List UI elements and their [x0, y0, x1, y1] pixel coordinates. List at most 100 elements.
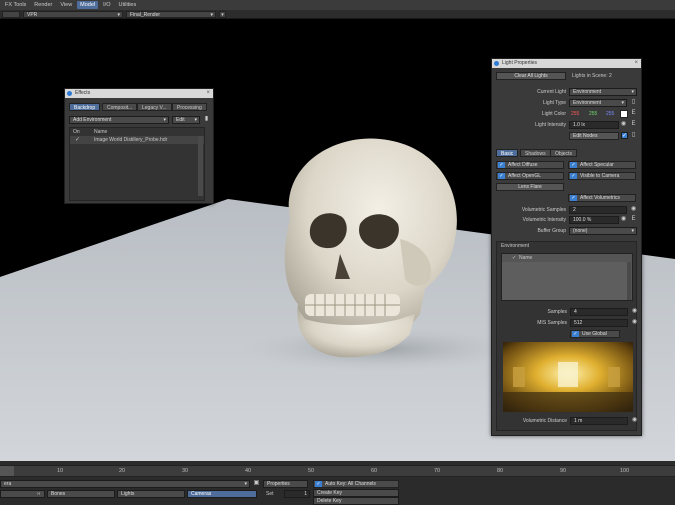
menu-utilities[interactable]: Utilities [116, 1, 140, 9]
tab-backdrop[interactable]: Backdrop [69, 103, 101, 111]
properties-button[interactable]: Properties [263, 480, 308, 488]
clear-all-lights-button[interactable]: Clear All Lights [496, 72, 566, 80]
tab-objects[interactable]: Objects [550, 149, 577, 157]
bones-toggle[interactable]: Bones [47, 490, 115, 498]
hdr-preview-image [503, 342, 633, 412]
document-icon[interactable]: ▯ [630, 132, 637, 139]
cameras-toggle[interactable]: Cameras [187, 490, 257, 498]
affect-volumetrics-checkbox[interactable]: ✓ Affect Volumetrics [568, 194, 636, 202]
chevron-icon: ›‹ [37, 491, 41, 497]
tab-legacy[interactable]: Legacy V... [137, 103, 172, 111]
edit-dropdown[interactable]: Edit ▾ [172, 116, 200, 124]
tab-shadows[interactable]: Shadows [520, 149, 551, 157]
create-key-button[interactable]: Create Key [313, 489, 399, 497]
view-selector[interactable] [2, 10, 20, 18]
color-green-value[interactable]: 255 [589, 111, 597, 117]
visible-to-camera-checkbox[interactable]: ✓ Visible to Camera [568, 172, 636, 180]
volumetric-distance-field[interactable]: 1 m [570, 417, 628, 425]
close-icon[interactable]: × [206, 89, 210, 98]
app-icon [67, 91, 72, 96]
set-frame-field[interactable]: 1 [284, 490, 310, 498]
affect-specular-checkbox[interactable]: ✓ Affect Specular [568, 161, 636, 169]
environment-name: Image World Distillery_Probe.hdr [94, 137, 168, 143]
effects-title-bar[interactable]: Effects × [65, 89, 213, 98]
chevron-down-icon: ▾ [163, 117, 166, 123]
color-red-value[interactable]: 255 [571, 111, 579, 117]
light-type-dropdown[interactable]: Environment ▾ [569, 99, 627, 107]
mis-samples-field[interactable]: 512 [570, 319, 628, 327]
add-environment-dropdown[interactable]: Add Environment ▾ [69, 116, 169, 124]
volumetric-intensity-field[interactable]: 100.0 % [569, 216, 619, 224]
tab-compositing[interactable]: Composit... [102, 103, 138, 111]
enable-checkbox[interactable]: ✓ [621, 132, 628, 139]
eye-icon[interactable]: ◉ [620, 121, 627, 128]
delete-key-button[interactable]: Delete Key [313, 497, 399, 505]
auto-key-label: Auto Key: All Channels [325, 481, 376, 487]
affect-opengl-checkbox[interactable]: ✓ Affect OpenGL [496, 172, 564, 180]
eye-icon[interactable]: ◉ [630, 206, 637, 213]
menu-render[interactable]: Render [31, 1, 55, 9]
light-properties-panel: Light Properties × Clear All Lights Ligh… [491, 58, 642, 436]
samples-label: Samples [547, 309, 567, 315]
affect-volumetrics-label: Affect Volumetrics [580, 195, 620, 201]
scrollbar[interactable] [198, 136, 203, 196]
light-type-label: Light Type [543, 100, 566, 106]
light-intensity-label: Light Intensity [535, 122, 566, 128]
check-icon[interactable]: ✓ [75, 136, 80, 143]
samples-field[interactable]: 4 [570, 308, 628, 316]
tab-basic[interactable]: Basic [496, 149, 519, 157]
trash-icon[interactable]: ▮ [203, 116, 210, 123]
menu-view[interactable]: View [57, 1, 75, 9]
volumetric-distance-label: Volumetric Distance [522, 418, 567, 424]
timeline-playhead[interactable] [0, 466, 14, 476]
buffer-group-dropdown[interactable]: (none) ▾ [569, 227, 637, 235]
eye-icon[interactable]: ◉ [620, 216, 627, 223]
chevron-down-icon[interactable]: ▾ [219, 10, 226, 18]
volumetric-samples-field[interactable]: 2 [569, 206, 627, 214]
timeline-ruler[interactable]: 10 20 30 40 50 60 70 80 90 100 [0, 465, 675, 477]
gear-icon[interactable]: ▣ [253, 480, 260, 487]
color-swatch[interactable] [620, 110, 628, 118]
menu-io[interactable]: I/O [100, 1, 113, 9]
add-environment-label: Add Environment [73, 117, 112, 123]
light-properties-title-bar[interactable]: Light Properties × [492, 59, 641, 68]
current-item-dropdown[interactable]: era ▾ [0, 480, 250, 488]
visible-to-camera-label: Visible to Camera [580, 173, 620, 179]
chevron-down-icon: ▾ [631, 228, 634, 234]
document-icon[interactable]: ▯ [630, 99, 637, 106]
auto-key-checkbox[interactable]: ✓ Auto Key: All Channels [313, 480, 399, 488]
eye-icon[interactable]: ◉ [631, 319, 638, 326]
affect-opengl-label: Affect OpenGL [508, 173, 541, 179]
eye-icon[interactable]: ◉ [631, 308, 638, 315]
skull-model [284, 138, 457, 358]
edit-label: Edit [176, 117, 185, 123]
eye-icon[interactable]: ◉ [631, 417, 638, 424]
edit-nodes-button[interactable]: Edit Nodes [569, 132, 619, 140]
envelope-e-icon[interactable]: E [630, 121, 637, 128]
current-light-dropdown[interactable]: Environment ▾ [569, 88, 637, 96]
viewport-mode-dropdown[interactable]: VPR ▾ [23, 10, 123, 18]
lens-flare-button[interactable]: Lens Flare [496, 183, 564, 191]
affect-diffuse-checkbox[interactable]: ✓ Affect Diffuse [496, 161, 564, 169]
list-item[interactable] [502, 262, 628, 300]
lights-toggle[interactable]: Lights [117, 490, 185, 498]
list-item[interactable]: ✓ Image World Distillery_Probe.hdr [70, 136, 204, 144]
check-icon: ✓ [570, 162, 577, 168]
light-intensity-field[interactable]: 1.0 lx [569, 121, 619, 129]
render-mode-dropdown[interactable]: Final_Render ▾ [126, 10, 216, 18]
use-global-checkbox[interactable]: ✓ Use Global [570, 330, 620, 338]
envelope-e-icon[interactable]: E [630, 110, 637, 117]
color-blue-value[interactable]: 255 [606, 111, 614, 117]
tick-label: 70 [434, 468, 441, 474]
volumetric-samples-label: Volumetric Samples [521, 207, 566, 213]
close-icon[interactable]: × [634, 59, 638, 68]
menu-fx-tools[interactable]: FX Tools [2, 1, 29, 9]
tick-label: 10 [57, 468, 64, 474]
scrollbar[interactable] [627, 262, 631, 300]
objects-toggle[interactable]: ›‹ [0, 490, 45, 498]
use-global-label: Use Global [582, 331, 607, 337]
envelope-e-icon[interactable]: E [630, 216, 637, 223]
environment-list: On Name ✓ Image World Distillery_Probe.h… [69, 127, 205, 201]
tab-processing[interactable]: Processing [172, 103, 207, 111]
menu-model[interactable]: Model [77, 1, 99, 9]
